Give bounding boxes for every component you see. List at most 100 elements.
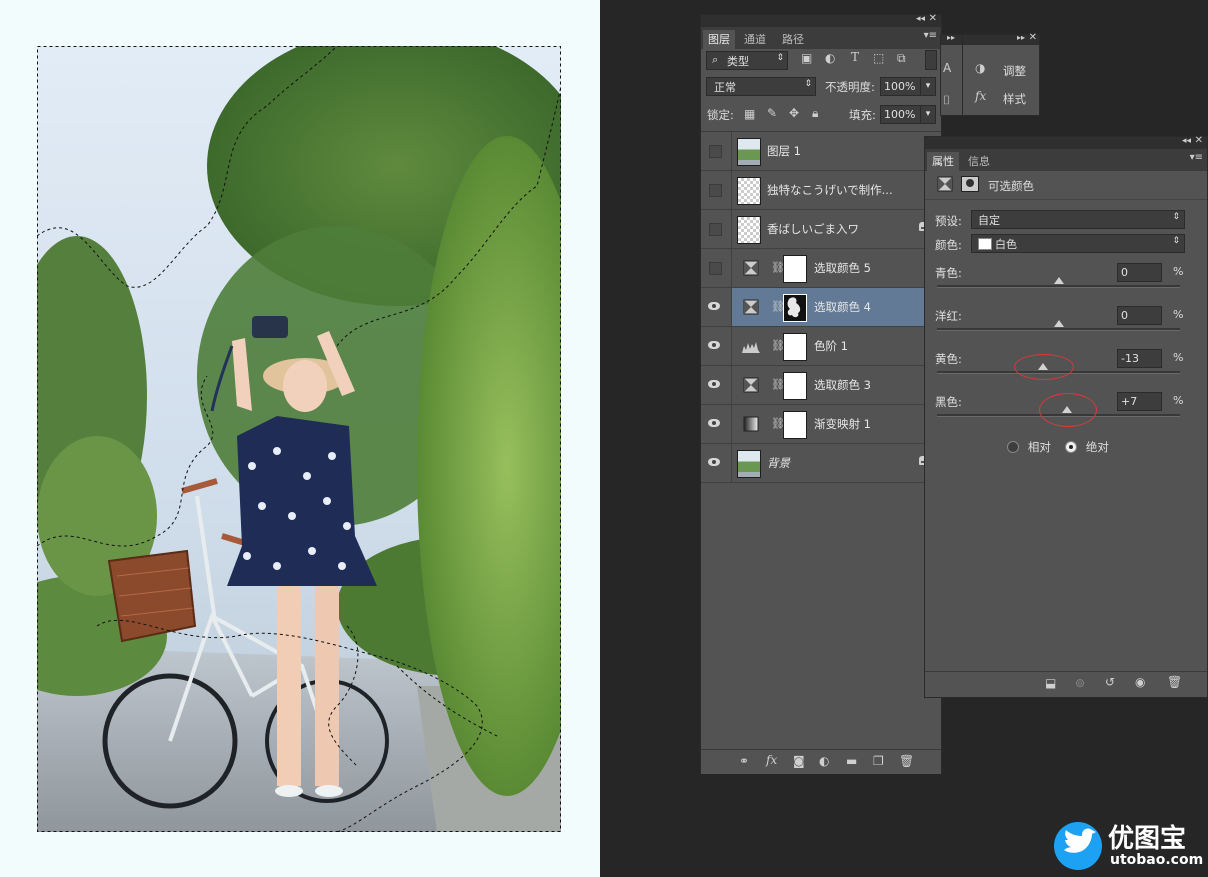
chain-link-icon[interactable]: ⛓ — [771, 300, 785, 314]
tab-channels[interactable]: 通道 — [739, 30, 771, 49]
new-group-icon[interactable]: ▬ — [846, 754, 857, 768]
lock-position-icon[interactable]: ✥ — [789, 106, 799, 120]
visibility-toggle[interactable] — [709, 145, 722, 158]
layer-mask-thumbnail[interactable] — [783, 333, 807, 361]
filter-adjustment-icon[interactable]: ◐ — [825, 51, 835, 65]
mask-icon[interactable] — [961, 176, 979, 192]
chevron-icon: ⇕ — [776, 53, 784, 63]
panel-icon[interactable]: A — [943, 61, 951, 75]
opacity-dropdown-button[interactable]: ▾ — [920, 77, 936, 96]
tab-paths[interactable]: 路径 — [777, 30, 809, 49]
radio-off-icon — [1007, 441, 1019, 453]
tab-properties[interactable]: 属性 — [927, 152, 959, 171]
preset-dropdown[interactable]: 自定 ⇕ — [971, 210, 1185, 229]
layer-row[interactable]: ⛓ 渐变映射 1 — [701, 405, 941, 444]
collapse-icon[interactable]: ▸▸ — [1017, 33, 1025, 42]
styles-label: 样式 — [1003, 92, 1026, 106]
eye-icon[interactable] — [708, 380, 720, 388]
slider-label: 洋红: — [935, 309, 962, 323]
fx-icon[interactable]: fx — [766, 753, 777, 767]
trash-icon[interactable]: 🗑︎ — [899, 754, 914, 768]
panel-grip[interactable]: ◂◂ ✕ — [925, 135, 1207, 149]
eye-icon[interactable] — [708, 458, 720, 466]
layer-row[interactable]: ⛓ 选取颜色 3 — [701, 366, 941, 405]
lock-all-icon[interactable]: 🔒︎ — [812, 106, 818, 121]
panel-icon[interactable]: ⌷ — [943, 93, 950, 108]
slider-track[interactable] — [937, 328, 1180, 331]
trash-icon[interactable]: 🗑︎ — [1167, 675, 1182, 689]
colors-dropdown[interactable]: 白色 ⇕ — [971, 234, 1185, 253]
layer-mask-thumbnail[interactable] — [783, 411, 807, 439]
reset-icon[interactable]: ↺ — [1105, 675, 1115, 689]
chain-link-icon[interactable]: ⛓ — [771, 339, 785, 353]
slider-value-input[interactable]: 0 — [1117, 306, 1162, 325]
slider-thumb[interactable] — [1053, 277, 1064, 284]
filter-pixel-icon[interactable]: ▣ — [801, 51, 812, 65]
layer-row-selected[interactable]: ⛓ 选取颜色 4 — [701, 288, 941, 327]
layer-mask-thumbnail[interactable] — [783, 294, 807, 322]
eye-icon[interactable] — [708, 419, 720, 427]
layer-row[interactable]: ⛓ 色阶 1 — [701, 327, 941, 366]
fill-input[interactable]: 100% — [880, 105, 921, 124]
panel-menu-icon[interactable]: ▾≡ — [924, 30, 937, 41]
opacity-input[interactable]: 100% — [880, 77, 921, 96]
tab-info[interactable]: 信息 — [963, 152, 995, 171]
percent-unit: % — [1173, 308, 1184, 321]
close-icon[interactable]: ✕ — [1029, 32, 1037, 43]
chain-link-icon[interactable]: ⛓ — [771, 261, 785, 275]
chain-link-icon[interactable]: ⛓ — [771, 378, 785, 392]
layer-mask-thumbnail[interactable] — [783, 372, 807, 400]
styles-item[interactable]: fx 样式 — [973, 89, 1033, 109]
radio-absolute[interactable]: 绝对 — [1065, 439, 1109, 455]
document-canvas[interactable] — [0, 0, 600, 877]
view-previous-icon[interactable]: ⊚ — [1075, 676, 1085, 690]
adjustments-item[interactable]: ◑ 调整 — [973, 61, 1033, 81]
layer-row[interactable]: 香ばしいごま入ワ — [701, 210, 941, 249]
lock-brush-icon[interactable]: ✎ — [767, 106, 777, 120]
slider-track[interactable] — [937, 285, 1180, 288]
layer-filter-dropdown[interactable]: ⌕ 类型 ⇕ — [706, 51, 788, 70]
layer-row[interactable]: 图层 1 — [701, 132, 941, 171]
panel-grip[interactable]: ▸▸ — [941, 33, 963, 45]
eye-icon[interactable] — [708, 341, 720, 349]
layer-mask-thumbnail[interactable] — [783, 255, 807, 283]
chain-link-icon[interactable]: ⛓ — [771, 417, 785, 431]
link-layers-icon[interactable]: ⚭ — [739, 754, 749, 768]
fill-dropdown-button[interactable]: ▾ — [920, 105, 936, 124]
slider-thumb[interactable] — [1053, 320, 1064, 327]
filter-shape-icon[interactable]: ⬚ — [873, 51, 884, 65]
collapse-icon[interactable]: ◂◂ — [1182, 136, 1191, 146]
properties-bottom-toolbar: ⬓ ⊚ ↺ ◉ 🗑︎ — [925, 671, 1207, 696]
selective-color-icon[interactable] — [937, 176, 953, 192]
colors-label: 颜色: — [935, 238, 962, 252]
visibility-eye-icon[interactable]: ◉ — [1135, 675, 1145, 689]
slider-value-input[interactable]: -13 — [1117, 349, 1162, 368]
panel-grip[interactable]: ▸▸ ✕ — [963, 32, 1039, 45]
blend-mode-dropdown[interactable]: 正常 ⇕ — [706, 77, 816, 96]
eye-icon[interactable] — [708, 302, 720, 310]
tab-layers[interactable]: 图层 — [703, 30, 735, 49]
slider-value-input[interactable]: 0 — [1117, 263, 1162, 282]
close-icon[interactable]: ✕ — [929, 13, 937, 24]
slider-value-input[interactable]: +7 — [1117, 392, 1162, 411]
filter-toggle[interactable] — [925, 50, 937, 70]
filter-type-icon[interactable]: T — [851, 50, 859, 64]
filter-smart-object-icon[interactable]: ⧉ — [897, 51, 906, 66]
close-icon[interactable]: ✕ — [1195, 135, 1203, 146]
visibility-toggle[interactable] — [709, 184, 722, 197]
visibility-toggle[interactable] — [709, 262, 722, 275]
layer-row[interactable]: ⛓ 选取颜色 5 — [701, 249, 941, 288]
new-layer-icon[interactable]: ❐ — [873, 754, 884, 768]
add-mask-icon[interactable]: ◙ — [793, 754, 805, 768]
panel-grip[interactable]: ◂◂ ✕ — [701, 13, 941, 27]
panel-menu-icon[interactable]: ▾≡ — [1190, 152, 1203, 163]
collapse-icon[interactable]: ◂◂ — [916, 14, 925, 24]
expand-icon[interactable]: ▸▸ — [947, 33, 955, 42]
visibility-toggle[interactable] — [709, 223, 722, 236]
lock-transparency-icon[interactable]: ▦ — [744, 107, 755, 121]
new-adjustment-icon[interactable]: ◐ — [819, 754, 829, 768]
layer-row[interactable]: 独特なこうげいで制作... — [701, 171, 941, 210]
clip-to-layer-icon[interactable]: ⬓ — [1045, 676, 1056, 690]
layer-row[interactable]: 背景 — [701, 444, 941, 483]
radio-relative[interactable]: 相对 — [1007, 439, 1051, 455]
